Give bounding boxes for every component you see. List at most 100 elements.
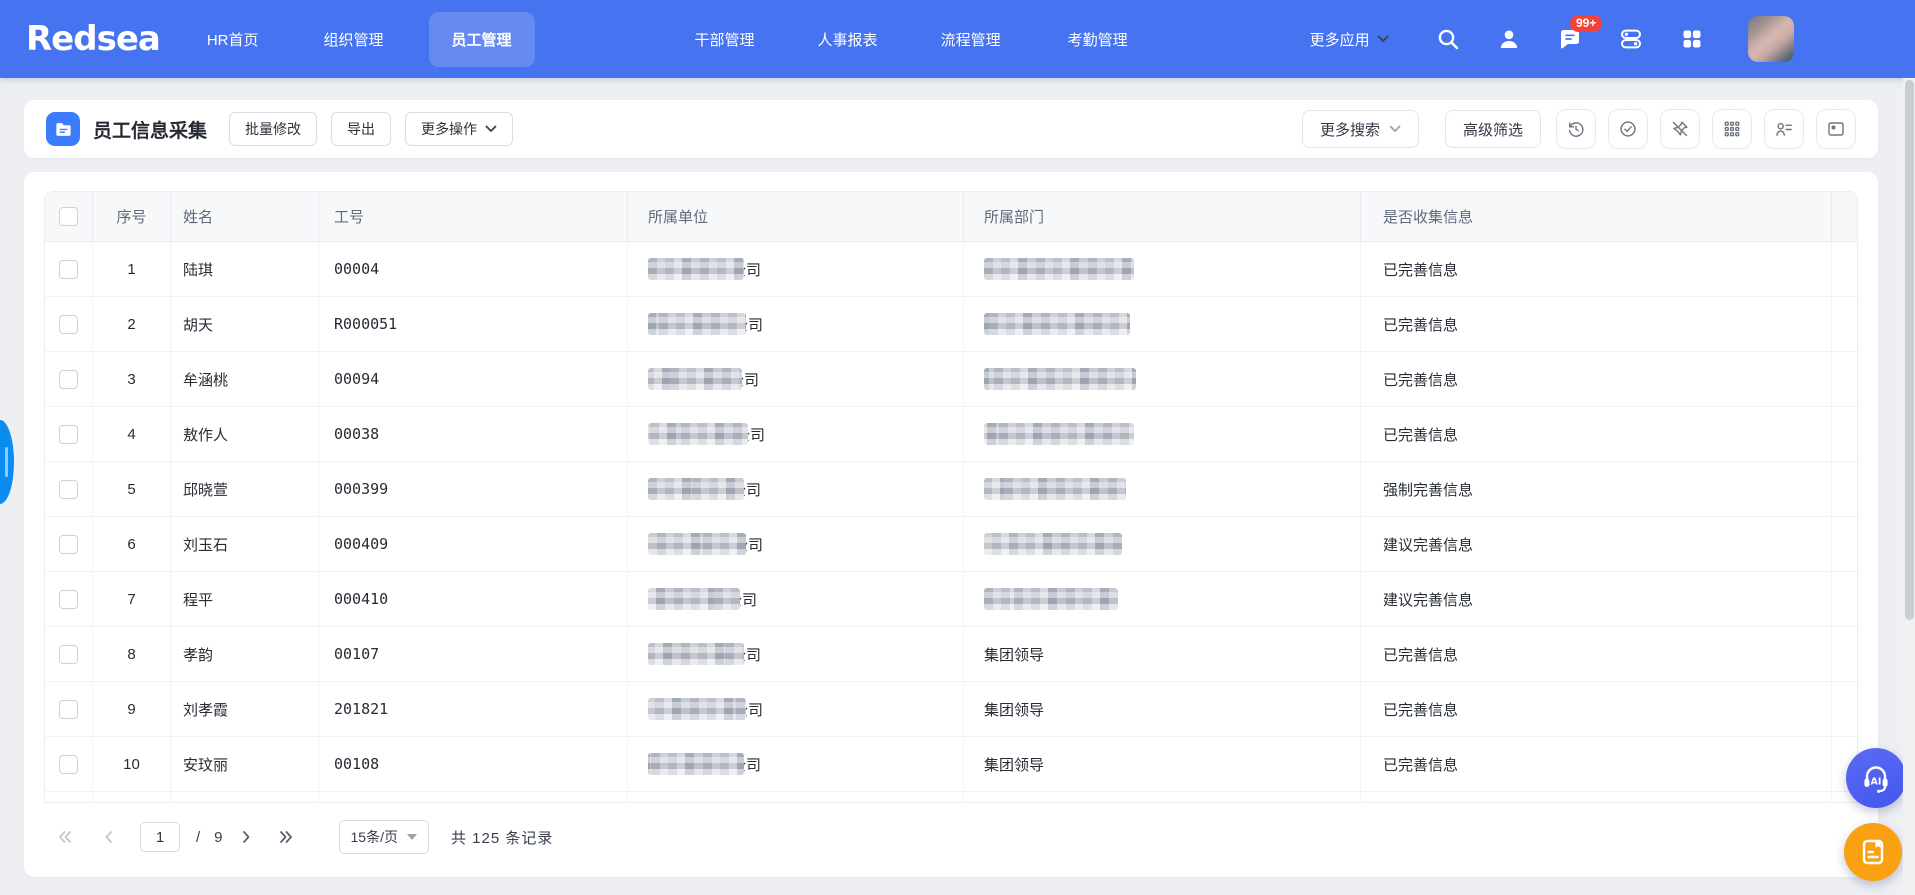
redacted-unit bbox=[648, 478, 744, 500]
more-operations-button[interactable]: 更多操作 bbox=[405, 112, 513, 146]
nav-item-1[interactable]: 组织管理 bbox=[324, 29, 384, 50]
page-size-select[interactable]: 15条/页 bbox=[339, 820, 429, 854]
unit-cell: 公司 bbox=[628, 682, 964, 737]
row-checkbox[interactable] bbox=[59, 535, 78, 554]
emp-no-cell: 201821 bbox=[319, 682, 628, 737]
nav-item-2[interactable]: 员工管理 bbox=[429, 12, 535, 67]
seq-cell: 8 bbox=[93, 627, 171, 682]
grid-dots-button[interactable] bbox=[1712, 109, 1752, 149]
row-checkbox[interactable] bbox=[59, 480, 78, 499]
emp-no-cell: R000051 bbox=[319, 297, 628, 352]
employee-name: 孝韵 bbox=[183, 644, 213, 665]
ai-assistant-button[interactable]: AI bbox=[1846, 748, 1906, 808]
employee-name: 刘孝霞 bbox=[183, 699, 228, 720]
seq-cell: 3 bbox=[93, 352, 171, 407]
roster-button[interactable] bbox=[1764, 109, 1804, 149]
empty-cell bbox=[93, 792, 171, 803]
collect-status: 建议完善信息 bbox=[1383, 534, 1473, 555]
browser-scrollbar[interactable] bbox=[1903, 78, 1915, 895]
row-checkbox[interactable] bbox=[59, 700, 78, 719]
table-row: 3牟涵桃00094公司已完善信息 bbox=[45, 352, 1857, 407]
status-cell: 已完善信息 bbox=[1361, 737, 1832, 792]
nav-item-3[interactable]: 干部管理 bbox=[695, 29, 755, 50]
search-icon[interactable] bbox=[1435, 26, 1461, 52]
header-cell: 序号 bbox=[93, 192, 171, 242]
header-label: 工号 bbox=[334, 206, 364, 227]
page-input[interactable] bbox=[140, 822, 180, 852]
export-button[interactable]: 导出 bbox=[331, 112, 391, 146]
total-records: 共 125 条记录 bbox=[451, 827, 553, 848]
unit-cell: 公司 bbox=[628, 407, 964, 462]
row-checkbox[interactable] bbox=[59, 260, 78, 279]
last-page-icon[interactable] bbox=[277, 829, 295, 845]
message-badge: 99+ bbox=[1570, 15, 1602, 32]
nav-item-7[interactable]: 更多应用 bbox=[1310, 29, 1389, 50]
row-checkbox[interactable] bbox=[59, 425, 78, 444]
employee-number: 000410 bbox=[334, 590, 388, 608]
switch-icon[interactable] bbox=[1618, 26, 1644, 52]
chevron-down-icon bbox=[485, 125, 497, 133]
unpin-button[interactable] bbox=[1660, 109, 1700, 149]
row-checkbox[interactable] bbox=[59, 590, 78, 609]
status-cell: 已完善信息 bbox=[1361, 297, 1832, 352]
employee-number: 00107 bbox=[334, 645, 379, 663]
dept-cell bbox=[964, 242, 1361, 297]
unit-cell: 公司 bbox=[628, 242, 964, 297]
unit-cell: 公司 bbox=[628, 737, 964, 792]
message-icon[interactable]: 99+ bbox=[1557, 26, 1583, 52]
status-cell: 建议完善信息 bbox=[1361, 517, 1832, 572]
row-checkbox[interactable] bbox=[59, 315, 78, 334]
row-checkbox-cell bbox=[45, 627, 93, 682]
unpin-icon bbox=[1670, 119, 1690, 139]
nav-item-6[interactable]: 考勤管理 bbox=[1068, 29, 1128, 50]
employee-name: 安玟丽 bbox=[183, 754, 228, 775]
apps-icon[interactable] bbox=[1679, 26, 1705, 52]
select-all-checkbox[interactable] bbox=[59, 207, 78, 226]
redacted-unit bbox=[648, 368, 742, 390]
dept-cell bbox=[964, 297, 1361, 352]
row-checkbox-cell bbox=[45, 682, 93, 737]
grid-dots-icon bbox=[1722, 119, 1742, 139]
user-icon[interactable] bbox=[1496, 26, 1522, 52]
advanced-filter-button[interactable]: 高级筛选 bbox=[1445, 110, 1541, 148]
nav-item-label: 流程管理 bbox=[941, 29, 1001, 50]
next-page-icon[interactable] bbox=[237, 829, 255, 845]
check-circle-button[interactable] bbox=[1608, 109, 1648, 149]
journal-button[interactable] bbox=[1844, 823, 1902, 881]
row-gutter-cell bbox=[1832, 517, 1857, 572]
refresh-history-icon bbox=[1566, 119, 1586, 139]
more-search-label: 更多搜索 bbox=[1320, 119, 1380, 140]
seq-value: 6 bbox=[127, 536, 135, 553]
redacted-unit bbox=[648, 753, 744, 775]
header-cell: 所属部门 bbox=[964, 192, 1361, 242]
nav-right-icons: 99+ bbox=[1435, 0, 1794, 78]
refresh-history-button[interactable] bbox=[1556, 109, 1596, 149]
nav-item-0[interactable]: HR首页 bbox=[207, 29, 259, 50]
prev-page-icon[interactable] bbox=[100, 829, 118, 845]
name-cell: 安玟丽 bbox=[171, 737, 319, 792]
card-view-button[interactable] bbox=[1816, 109, 1856, 149]
nav-item-5[interactable]: 流程管理 bbox=[941, 29, 1001, 50]
unit-cell: 公司 bbox=[628, 627, 964, 682]
batch-edit-button[interactable]: 批量修改 bbox=[229, 112, 317, 146]
emp-no-cell: 00108 bbox=[319, 737, 628, 792]
user-avatar[interactable] bbox=[1748, 16, 1794, 62]
redacted-dept bbox=[984, 313, 1130, 335]
row-checkbox[interactable] bbox=[59, 755, 78, 774]
page-separator: / bbox=[196, 829, 200, 846]
first-page-icon[interactable] bbox=[56, 829, 74, 845]
side-drawer-handle[interactable] bbox=[0, 420, 14, 504]
row-checkbox-cell bbox=[45, 297, 93, 352]
status-cell: 建议完善信息 bbox=[1361, 572, 1832, 627]
header-checkbox-cell bbox=[45, 192, 93, 242]
dept-cell bbox=[964, 407, 1361, 462]
batch-edit-label: 批量修改 bbox=[245, 119, 301, 139]
more-search-button[interactable]: 更多搜索 bbox=[1302, 110, 1419, 148]
scrollbar-thumb[interactable] bbox=[1905, 80, 1914, 620]
nav-item-4[interactable]: 人事报表 bbox=[818, 29, 878, 50]
check-circle-icon bbox=[1618, 119, 1638, 139]
row-checkbox[interactable] bbox=[59, 370, 78, 389]
toolbar-right: 更多搜索 高级筛选 bbox=[1302, 109, 1856, 149]
row-checkbox[interactable] bbox=[59, 645, 78, 664]
row-checkbox-cell bbox=[45, 242, 93, 297]
